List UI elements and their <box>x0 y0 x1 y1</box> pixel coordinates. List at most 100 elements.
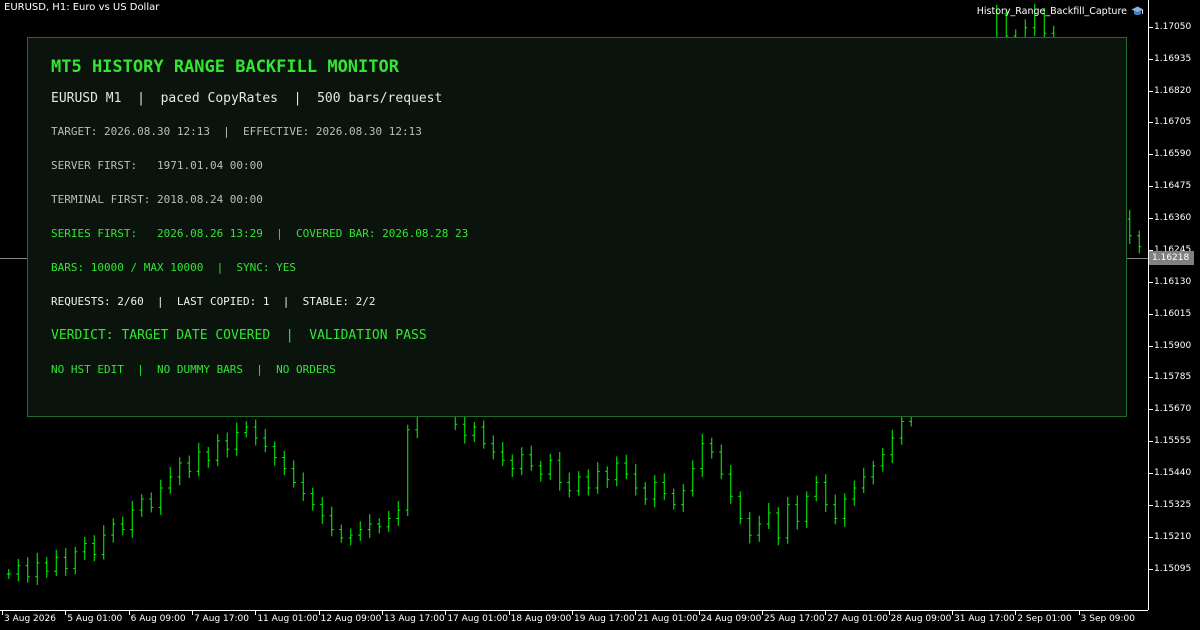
candle <box>139 494 144 517</box>
time-tick-mark <box>698 611 700 615</box>
candle <box>652 474 657 508</box>
time-tick-mark <box>888 611 890 615</box>
candle <box>633 464 638 496</box>
chart-title: EURUSD, H1: Euro vs US Dollar <box>4 2 160 13</box>
candle <box>168 466 173 494</box>
price-tick-label: 1.15555 <box>1154 436 1192 447</box>
price-tick-mark <box>1149 122 1153 124</box>
candle <box>101 525 106 560</box>
price-tick: 1.15785 <box>1149 372 1200 384</box>
candle <box>158 479 163 515</box>
candle <box>386 511 391 532</box>
time-tick-label: 11 Aug 01:00 <box>257 614 319 624</box>
candle <box>804 491 809 528</box>
candle <box>405 424 410 517</box>
candle <box>538 460 543 482</box>
candle <box>747 511 752 544</box>
monitor-title: MT5 HISTORY RANGE BACKFILL MONITOR <box>51 57 399 77</box>
time-tick-label: 19 Aug 17:00 <box>574 614 635 624</box>
price-axis[interactable]: 1.17050 1.16935 1.16820 1.16705 1.16590 1.164… <box>1148 0 1200 610</box>
price-tick-mark <box>1149 377 1153 379</box>
chart-window[interactable]: EURUSD, H1: Euro vs US Dollar History_Ra… <box>0 0 1200 630</box>
target-line: TARGET: 2026.08.30 12:13 | EFFECTIVE: 20… <box>51 125 422 138</box>
expert-advisor-name: History_Range_Backfill_Capture <box>976 6 1127 17</box>
verdict-line: VERDICT: TARGET DATE COVERED | VALIDATIO… <box>51 328 427 343</box>
price-tick-label: 1.15670 <box>1154 404 1192 415</box>
price-tick: 1.15210 <box>1149 532 1200 544</box>
candle <box>776 507 781 546</box>
candle <box>643 482 648 505</box>
candle <box>500 441 505 467</box>
price-tick-mark <box>1149 568 1153 570</box>
time-tick-label: 12 Aug 09:00 <box>320 614 382 624</box>
time-tick-mark <box>65 611 67 615</box>
time-tick-mark <box>635 611 637 615</box>
candle <box>196 442 201 477</box>
price-tick-label: 1.16935 <box>1154 53 1192 64</box>
time-tick-mark <box>192 611 193 615</box>
price-tick: 1.15900 <box>1149 341 1200 353</box>
candle <box>339 524 344 543</box>
graduation-cap-icon[interactable] <box>1131 6 1144 17</box>
time-axis[interactable]: 3 Aug 2026 5 Aug 01:00 6 Aug 09:00 7 Aug 17… <box>0 610 1148 630</box>
price-tick-mark <box>1149 154 1153 156</box>
price-tick: 1.15670 <box>1149 404 1200 416</box>
price-tick-label: 1.16590 <box>1154 149 1192 160</box>
candle <box>510 454 515 477</box>
bars-line: BARS: 10000 / MAX 10000 | SYNC: YES <box>51 261 297 274</box>
requests-line: REQUESTS: 2/60 | LAST COPIED: 1 | STABLE… <box>51 295 376 308</box>
candle <box>1137 230 1142 254</box>
time-tick-label: 25 Aug 17:00 <box>764 614 825 624</box>
candle <box>348 528 353 546</box>
price-tick-label: 1.15440 <box>1154 468 1192 479</box>
price-tick-label: 1.15900 <box>1154 340 1192 351</box>
time-tick-label: 7 Aug 17:00 <box>194 614 249 624</box>
candle <box>519 447 524 476</box>
price-tick: 1.16935 <box>1149 54 1200 66</box>
time-tick-mark <box>1015 611 1017 615</box>
candle <box>700 433 705 477</box>
time-tick-mark <box>1078 611 1080 615</box>
expert-advisor-tag[interactable]: History_Range_Backfill_Capture <box>977 6 1144 17</box>
price-tick-mark <box>1149 186 1153 188</box>
price-tick: 1.16590 <box>1149 149 1200 161</box>
price-tick-label: 1.16015 <box>1154 308 1192 319</box>
price-tick-mark <box>1149 345 1153 347</box>
price-tick: 1.15440 <box>1149 468 1200 480</box>
candle <box>557 451 562 491</box>
candle <box>529 445 534 471</box>
candle <box>795 495 800 530</box>
candle <box>329 506 334 537</box>
time-tick-mark <box>445 611 447 615</box>
price-tick: 1.16705 <box>1149 117 1200 129</box>
candle <box>263 428 268 453</box>
candle <box>120 516 125 536</box>
candle <box>54 549 59 577</box>
terminal-first-line: TERMINAL FIRST: 2018.08.24 00:00 <box>51 193 263 206</box>
candle <box>1127 209 1132 244</box>
candle <box>766 502 771 530</box>
candle <box>842 493 847 527</box>
candle <box>111 518 116 543</box>
price-tick-mark <box>1149 536 1153 538</box>
candle <box>595 462 600 494</box>
price-tick: 1.15555 <box>1149 436 1200 448</box>
candle <box>738 491 743 525</box>
time-tick-label: 21 Aug 01:00 <box>637 614 699 624</box>
time-tick-label: 5 Aug 01:00 <box>67 614 123 624</box>
candle <box>73 546 78 575</box>
candle <box>605 466 610 488</box>
price-tick: 1.16360 <box>1149 213 1200 225</box>
candle <box>491 435 496 460</box>
time-tick-mark <box>952 611 953 615</box>
time-tick-label: 27 Aug 01:00 <box>827 614 889 624</box>
candle <box>690 460 695 497</box>
price-tick-mark <box>1149 218 1153 220</box>
price-tick-label: 1.16475 <box>1154 181 1192 192</box>
candle <box>358 521 363 541</box>
price-tick-mark <box>1149 441 1153 443</box>
time-tick-label: 17 Aug 01:00 <box>447 614 509 624</box>
time-tick-mark <box>318 611 320 615</box>
time-tick-label: 6 Aug 09:00 <box>130 614 186 624</box>
price-tick-mark <box>1149 313 1153 315</box>
